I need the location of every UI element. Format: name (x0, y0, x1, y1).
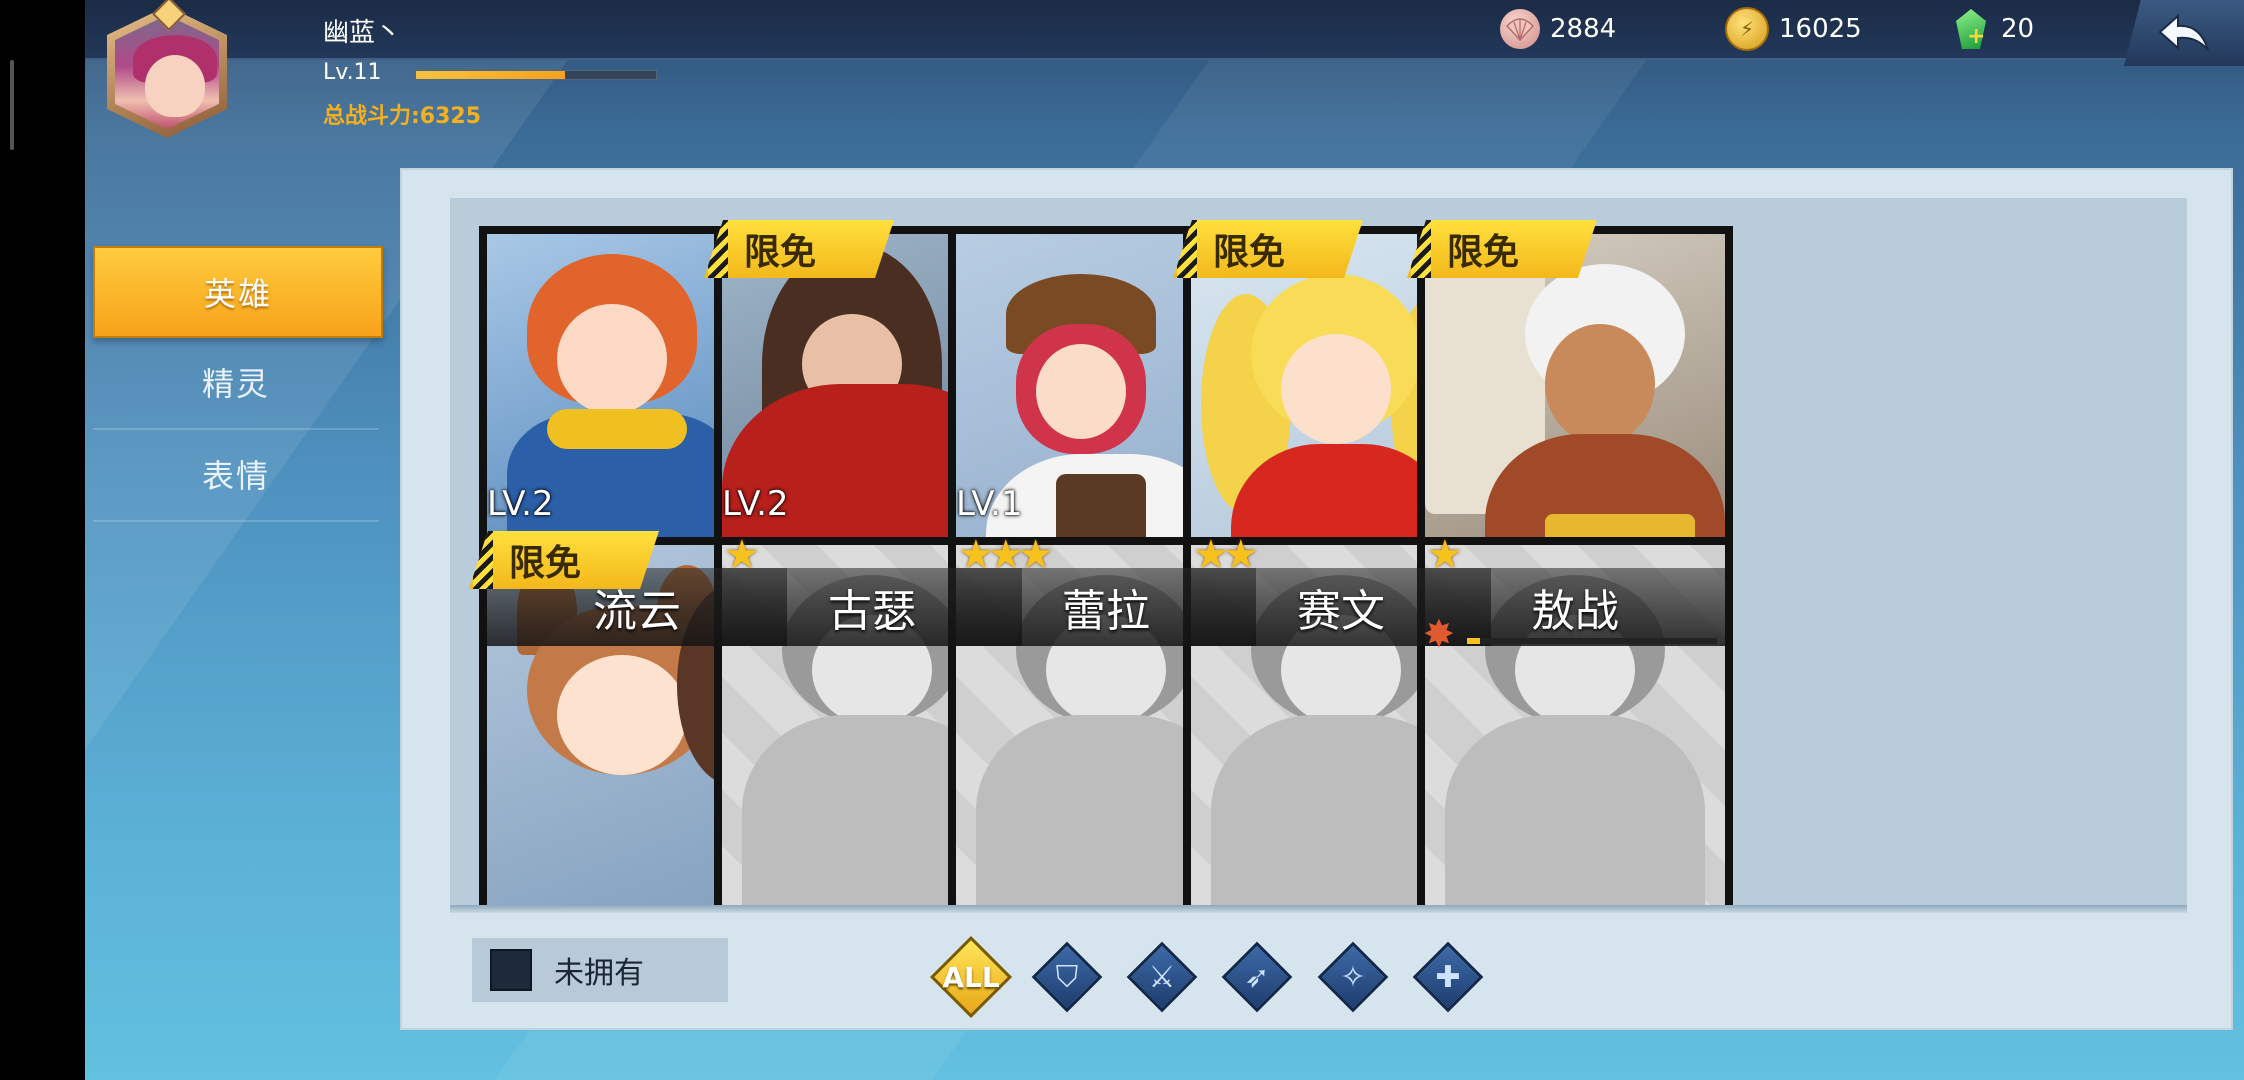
shell-amount: 2884 (1550, 14, 1617, 44)
sword-role-icon[interactable]: ⚔ (1126, 941, 1198, 1013)
player-name: 幽蓝丶 (323, 18, 402, 48)
green-gem-icon: + (1951, 9, 1991, 49)
gold-amount: 16025 (1779, 14, 1862, 44)
hero-panel: LV.2★流云限免LV.2★古瑟LV.1★★★蕾拉限免★★赛文限免★敖战✸限免 … (400, 168, 2233, 1030)
limited-free-badge: 限免 (704, 220, 894, 278)
not-owned-label: 未拥有 (554, 956, 644, 991)
shell-currency[interactable]: 2884 (1500, 6, 1616, 52)
star-rating-icon: ★ (724, 532, 760, 578)
star-rating-icon: ★ (1427, 532, 1463, 578)
tab-heroes[interactable]: 英雄 (93, 246, 383, 338)
tab-emotes[interactable]: 表情 (93, 430, 379, 518)
gem-currency[interactable]: + 20 (1951, 6, 2034, 52)
player-avatar[interactable] (107, 0, 227, 138)
gold-currency[interactable]: ⚡ 16025 (1725, 6, 1862, 52)
star-rating-icon: ★★★ (958, 532, 1054, 578)
not-owned-checkbox[interactable] (490, 949, 532, 991)
limited-free-badge: 限免 (469, 531, 659, 589)
limited-free-badge: 限免 (1173, 220, 1363, 278)
not-owned-filter[interactable]: 未拥有 (472, 938, 728, 1002)
exp-bar (415, 70, 657, 80)
exp-bar-fill (416, 71, 565, 79)
hero-level: LV.1 (956, 484, 1023, 524)
hero-name: 敖战 (1425, 568, 1725, 646)
fragment-icon: ✸ (1423, 612, 1455, 656)
star-rating-icon: ★★ (1193, 532, 1259, 578)
game-screen: 2884 ⚡ 16025 + 20 幽蓝丶 Lv.11 总战斗力:6325 英雄 (85, 0, 2244, 1080)
magic-role-icon[interactable]: ✧ (1317, 941, 1389, 1013)
all-filter-label: ALL (942, 960, 1000, 994)
fragment-progress-bar (1467, 638, 1717, 644)
back-arrow-icon (2158, 13, 2209, 51)
tab-spirits[interactable]: 精灵 (93, 338, 379, 426)
total-power: 总战斗力:6325 (323, 104, 482, 129)
hero-grid: LV.2★流云限免LV.2★古瑟LV.1★★★蕾拉限免★★赛文限免★敖战✸限免 (450, 198, 2187, 910)
gem-amount: 20 (2001, 14, 2035, 44)
top-bar: 2884 ⚡ 16025 + 20 (85, 0, 2244, 66)
player-level: Lv.11 (323, 60, 382, 85)
hero-level: LV.2 (722, 484, 789, 524)
bow-role-icon[interactable]: ➶ (1221, 941, 1293, 1013)
tab-divider (93, 520, 379, 522)
gold-coin-icon: ⚡ (1725, 7, 1769, 51)
heal-role-icon[interactable]: ✚ (1412, 941, 1484, 1013)
limited-free-badge: 限免 (1407, 220, 1597, 278)
hero-level: LV.2 (487, 484, 554, 524)
hero-card[interactable]: 限免 ★ 敖战 ✸ (1407, 220, 1733, 656)
shell-icon (1500, 9, 1540, 49)
plus-icon[interactable]: + (1967, 26, 1985, 48)
all-filter-icon[interactable]: ALL (929, 935, 1013, 1019)
system-status-strip (10, 60, 14, 150)
shield-role-icon[interactable]: ⛉ (1031, 941, 1103, 1013)
back-button[interactable] (2124, 0, 2244, 66)
